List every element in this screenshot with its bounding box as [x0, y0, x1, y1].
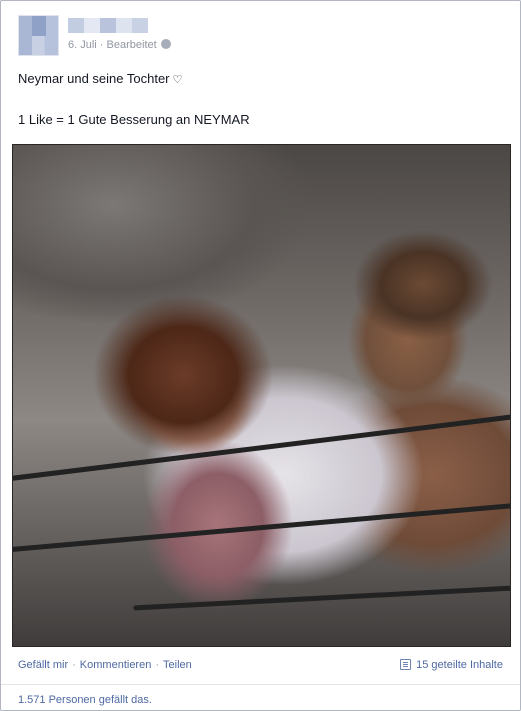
bed-rail: [13, 413, 510, 482]
comment-link[interactable]: Kommentieren: [80, 659, 152, 671]
post-date[interactable]: 6. Juli: [68, 39, 97, 51]
shares-icon: [400, 659, 412, 670]
divider: [1, 684, 520, 685]
action-separator: ·: [72, 659, 76, 671]
shares-count: 15 geteilte Inhalte: [416, 659, 503, 671]
action-separator: ·: [155, 659, 160, 671]
post-text-line2: 1 Like = 1 Gute Besserung an NEYMAR: [18, 112, 250, 127]
share-link[interactable]: Teilen: [163, 659, 192, 671]
post-text-line1: Neymar und seine Tochter ♡: [18, 70, 182, 89]
bed-rail: [13, 502, 510, 553]
heart-icon: ♡: [172, 74, 183, 86]
like-link[interactable]: Gefällt mir: [18, 659, 68, 671]
meta-separator: ·: [96, 39, 107, 51]
post-meta: 6. Juli · Bearbeitet: [68, 39, 171, 51]
shares-link[interactable]: 15 geteilte Inhalte: [400, 659, 503, 671]
post-text: Neymar und seine Tochter: [18, 71, 170, 86]
post-card: 6. Juli · Bearbeitet Neymar und seine To…: [0, 0, 521, 711]
edited-label[interactable]: Bearbeitet: [107, 39, 157, 51]
author-name-redacted[interactable]: [68, 18, 148, 33]
post-photo[interactable]: [12, 144, 511, 647]
likes-summary[interactable]: 1.571 Personen gefällt das.: [18, 694, 152, 706]
globe-icon[interactable]: [160, 39, 171, 49]
bed-rail: [133, 584, 510, 611]
avatar[interactable]: [18, 15, 59, 56]
post-actions: Gefällt mir · Kommentieren · Teilen: [18, 659, 192, 671]
post-header: 6. Juli · Bearbeitet: [18, 15, 498, 59]
